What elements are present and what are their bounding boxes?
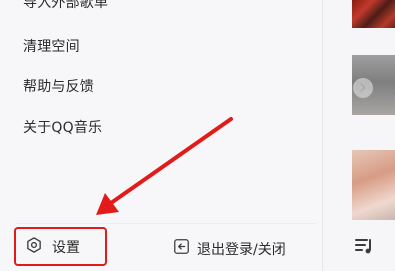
- album-thumbnail[interactable]: [352, 0, 395, 28]
- gear-icon: [25, 236, 43, 258]
- divider: [16, 223, 316, 224]
- menu-item-clear-space[interactable]: 清理空间: [23, 36, 80, 56]
- chevron-right-icon[interactable]: [353, 78, 373, 98]
- logout-label: 退出登录/关闭: [197, 241, 286, 258]
- app-screen: 导入外部歌单 清理空间 帮助与反馈 关于QQ音乐 设置 退出登录/关闭: [0, 0, 395, 271]
- drawer-menu: 导入外部歌单 清理空间 帮助与反馈 关于QQ音乐 设置 退出登录/关闭: [0, 0, 323, 271]
- playlist-icon[interactable]: [354, 236, 376, 260]
- logout-button[interactable]: 退出登录/关闭: [173, 238, 286, 259]
- settings-button[interactable]: 设置: [14, 227, 107, 266]
- exit-icon: [173, 238, 190, 259]
- album-thumbnail[interactable]: [352, 150, 395, 220]
- menu-item-help-feedback[interactable]: 帮助与反馈: [23, 76, 94, 96]
- menu-item-about[interactable]: 关于QQ音乐: [23, 117, 102, 137]
- settings-label: 设置: [52, 239, 80, 256]
- background-content: [324, 0, 395, 271]
- menu-item-import-playlist[interactable]: 导入外部歌单: [23, 0, 108, 12]
